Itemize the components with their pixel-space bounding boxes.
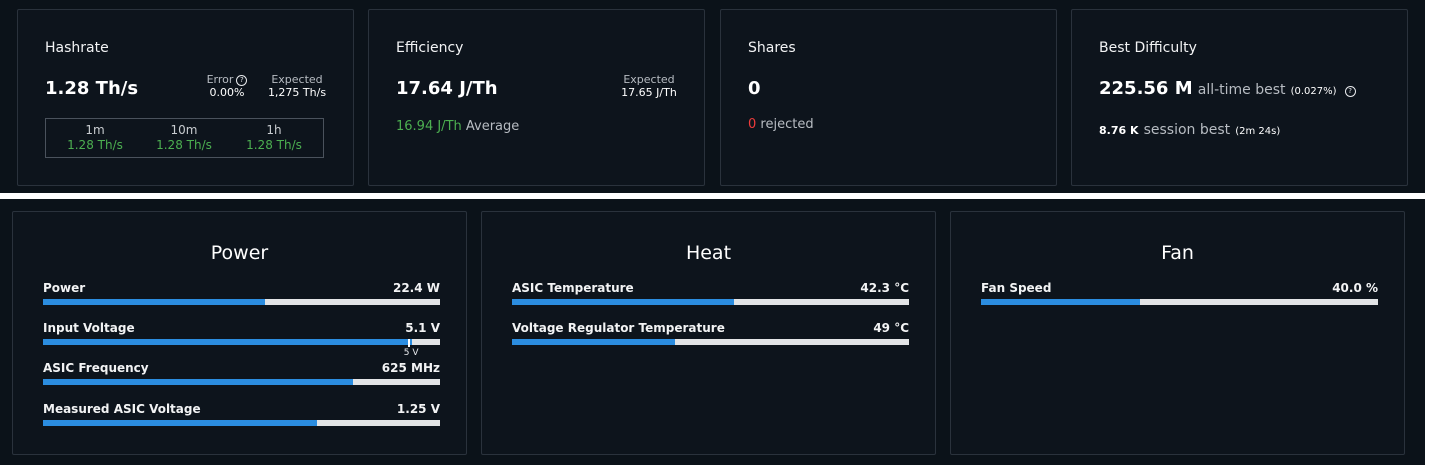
hashrate-error: Error? 0.00%	[197, 73, 257, 99]
progress-bar	[43, 379, 440, 385]
question-circle-icon[interactable]: ?	[236, 75, 248, 86]
progress-bar	[512, 299, 909, 305]
power-panel-title: Power	[210, 242, 269, 264]
efficiency-card: Efficiency 17.64 J/Th Expected 17.65 J/T…	[368, 9, 705, 186]
progress-fill	[43, 299, 266, 305]
efficiency-expected-value: 17.65 J/Th	[621, 86, 677, 99]
metric-value: 5.1 V	[405, 321, 440, 335]
metric-label: Fan Speed	[981, 281, 1052, 295]
heat-panel: Heat ASIC Temperature 42.3 °C Voltage Re…	[481, 211, 936, 455]
metric-label: ASIC Frequency	[43, 361, 149, 375]
hashrate-expected-label: Expected	[271, 73, 323, 86]
metric-label: Input Voltage	[43, 321, 135, 335]
shares-value: 0	[748, 78, 761, 99]
metric-label: Measured ASIC Voltage	[43, 402, 201, 416]
average-label: Average	[465, 119, 520, 134]
metric-value: 1.25 V	[396, 402, 440, 416]
error-value: 0.00%	[209, 86, 245, 99]
alltime-label: all-time best	[1197, 82, 1286, 98]
window-value: 1.28 Th/s	[156, 138, 212, 152]
session-best: 8.76 K session best (2m 24s)	[1099, 119, 1280, 138]
efficiency-expected-label: Expected	[623, 73, 675, 86]
progress-bar	[512, 339, 909, 345]
heat-panel-title: Heat	[685, 242, 732, 264]
best-difficulty-card: Best Difficulty 225.56 M all-time best (…	[1071, 9, 1408, 186]
error-label: Error	[206, 73, 234, 86]
progress-fill	[512, 299, 735, 305]
progress-fill	[43, 379, 353, 385]
hashrate-value: 1.28 Th/s	[45, 78, 139, 99]
metric-value: 625 MHz	[381, 361, 440, 375]
hashrate-card: Hashrate 1.28 Th/s Error? 0.00% Expected…	[17, 9, 354, 186]
window-1h: 1h 1.28 Th/s	[234, 123, 314, 152]
progress-fill	[43, 420, 317, 426]
progress-bar	[43, 299, 440, 305]
average-value: 16.94 J/Th	[396, 119, 462, 134]
power-panel: Power Power 22.4 W Input Voltage 5.1 V 5…	[12, 211, 467, 455]
metric-label: Power	[43, 281, 86, 295]
window-label: 1m	[85, 123, 105, 137]
window-label: 10m	[170, 123, 198, 137]
efficiency-value: 17.64 J/Th	[396, 78, 498, 99]
fan-panel: Fan Fan Speed 40.0 %	[950, 211, 1405, 455]
session-label: session best	[1143, 122, 1231, 138]
window-1m: 1m 1.28 Th/s	[55, 123, 135, 152]
metric-label: Voltage Regulator Temperature	[512, 321, 725, 335]
alltime-best: 225.56 M all-time best (0.027%) ?	[1099, 78, 1356, 99]
nominal-voltage-marker	[408, 339, 411, 347]
hashrate-title: Hashrate	[45, 40, 109, 56]
hashrate-expected-value: 1,275 Th/s	[267, 86, 327, 99]
metric-value: 40.0 %	[1332, 281, 1378, 295]
efficiency-average: 16.94 J/Th Average	[396, 119, 519, 134]
rejected-count: 0	[748, 117, 757, 132]
progress-fill	[512, 339, 675, 345]
window-value: 1.28 Th/s	[246, 138, 302, 152]
window-label: 1h	[266, 123, 282, 137]
metric-label: ASIC Temperature	[512, 281, 634, 295]
progress-bar	[981, 299, 1378, 305]
alltime-pct: (0.027%)	[1290, 86, 1337, 97]
alltime-value: 225.56 M	[1099, 78, 1193, 99]
best-difficulty-title: Best Difficulty	[1099, 40, 1197, 56]
progress-bar	[43, 339, 440, 345]
efficiency-title: Efficiency	[396, 40, 464, 56]
shares-title: Shares	[748, 40, 796, 56]
session-value: 8.76 K	[1099, 124, 1139, 137]
window-10m: 10m 1.28 Th/s	[144, 123, 224, 152]
fan-panel-title: Fan	[1161, 242, 1194, 264]
metric-value: 49 °C	[873, 321, 909, 335]
window-value: 1.28 Th/s	[67, 138, 123, 152]
nominal-voltage-label: 5 V	[403, 348, 419, 358]
hashrate-expected: Expected 1,275 Th/s	[262, 73, 332, 99]
efficiency-expected: Expected 17.65 J/Th	[614, 73, 684, 99]
progress-bar	[43, 420, 440, 426]
progress-fill	[981, 299, 1140, 305]
shares-rejected: 0 rejected	[748, 117, 814, 132]
shares-card: Shares 0 0 rejected	[720, 9, 1057, 186]
rejected-label: rejected	[760, 117, 814, 132]
hashrate-windows: 1m 1.28 Th/s 10m 1.28 Th/s 1h 1.28 Th/s	[45, 118, 324, 158]
metric-value: 42.3 °C	[860, 281, 909, 295]
question-circle-icon[interactable]: ?	[1344, 86, 1356, 97]
session-time: (2m 24s)	[1235, 126, 1281, 137]
progress-fill	[43, 339, 413, 345]
metric-value: 22.4 W	[392, 281, 440, 295]
